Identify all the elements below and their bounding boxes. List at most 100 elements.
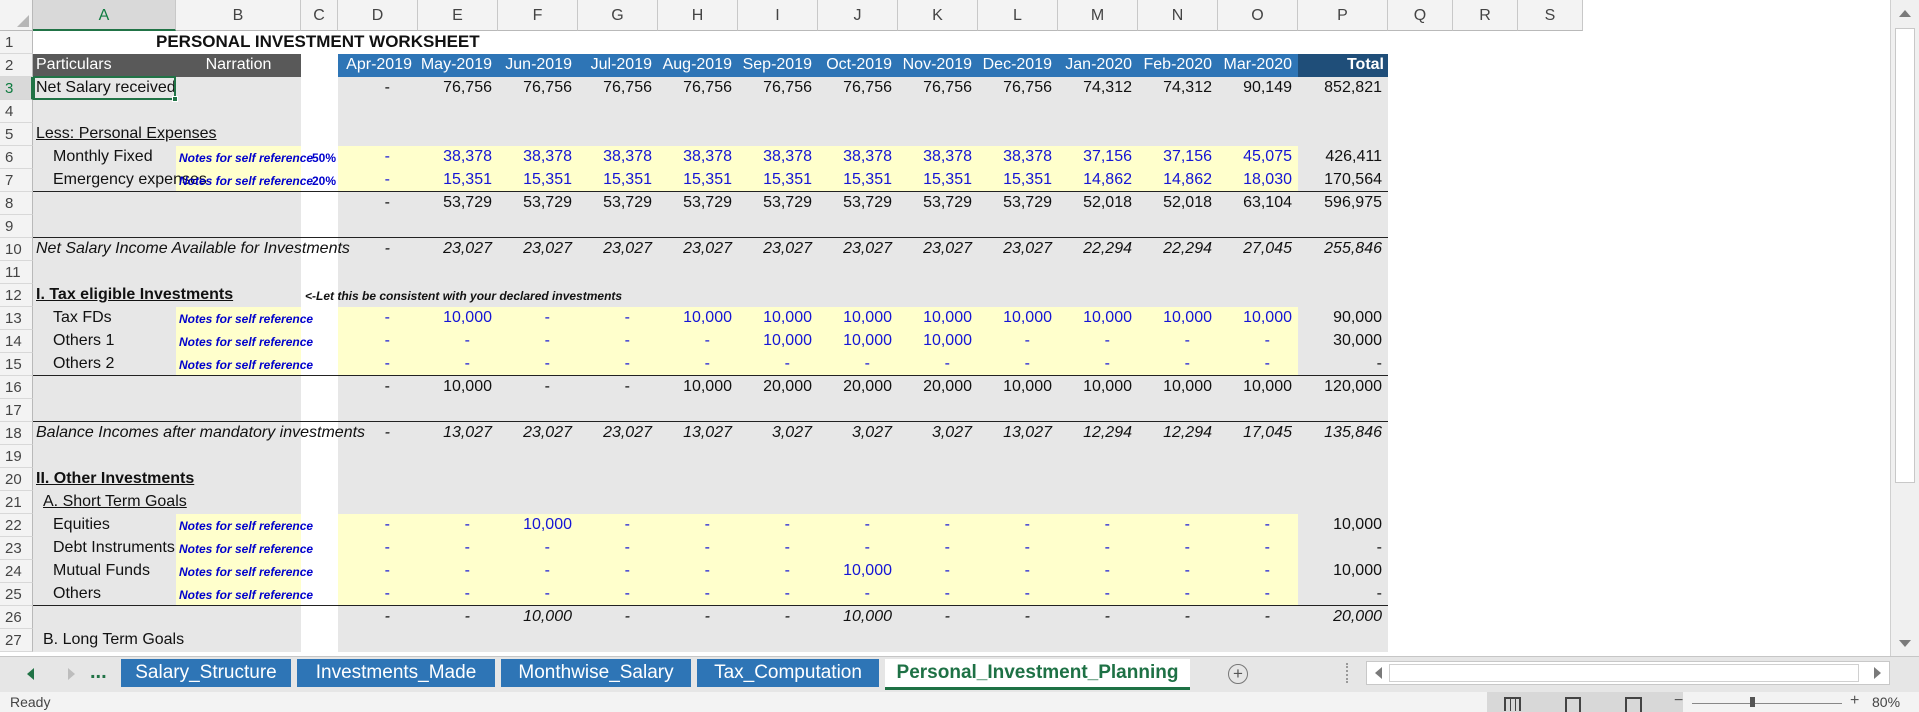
row-header-24[interactable]: 24 [0, 560, 33, 583]
normal-view-icon[interactable] [1504, 697, 1521, 711]
value-cell[interactable]: - [1218, 514, 1270, 536]
add-sheet-button[interactable]: + [1228, 664, 1248, 684]
vertical-scrollbar[interactable] [1890, 0, 1919, 656]
column-header-r[interactable]: R [1453, 0, 1518, 31]
horizontal-scrollbar[interactable] [1366, 661, 1890, 685]
percentage[interactable]: 20% [301, 170, 336, 192]
value-cell[interactable]: - [338, 514, 390, 536]
value-cell[interactable]: - [1218, 583, 1270, 605]
row-header-3[interactable]: 3 [0, 77, 33, 100]
row-header-5[interactable]: 5 [0, 123, 33, 146]
value-cell[interactable]: 10,000 [898, 307, 972, 329]
value-cell[interactable]: - [338, 169, 390, 191]
row-header-27[interactable]: 27 [0, 629, 33, 652]
value-cell[interactable]: - [578, 560, 630, 582]
narration-note[interactable]: Notes for self reference [179, 584, 313, 606]
value-cell[interactable]: 18,030 [1218, 169, 1292, 191]
zoom-in-icon[interactable]: + [1850, 692, 1859, 710]
row-header-7[interactable]: 7 [0, 169, 33, 192]
row-header-22[interactable]: 22 [0, 514, 33, 537]
row-header-26[interactable]: 26 [0, 606, 33, 629]
zoom-level[interactable]: 80% [1872, 694, 1900, 710]
row-header-8[interactable]: 8 [0, 192, 33, 215]
value-cell[interactable]: - [418, 353, 470, 375]
value-cell[interactable]: 38,378 [658, 146, 732, 168]
value-cell[interactable]: - [898, 353, 950, 375]
value-cell[interactable]: - [898, 583, 950, 605]
value-cell[interactable]: 10,000 [978, 307, 1052, 329]
value-cell[interactable]: 10,000 [658, 307, 732, 329]
row-header-1[interactable]: 1 [0, 31, 33, 54]
column-header-j[interactable]: J [818, 0, 898, 31]
value-cell[interactable]: 15,351 [418, 169, 492, 191]
value-cell[interactable]: 15,351 [898, 169, 972, 191]
value-cell[interactable]: - [578, 353, 630, 375]
value-cell[interactable]: 37,156 [1058, 146, 1132, 168]
row-header-25[interactable]: 25 [0, 583, 33, 606]
value-cell[interactable]: - [898, 560, 950, 582]
value-cell[interactable]: - [658, 330, 710, 352]
column-header-c[interactable]: C [301, 0, 338, 31]
value-cell[interactable]: - [818, 514, 870, 536]
value-cell[interactable]: - [1058, 560, 1110, 582]
column-header-n[interactable]: N [1138, 0, 1218, 31]
row-header-15[interactable]: 15 [0, 353, 33, 376]
column-header-e[interactable]: E [418, 0, 498, 31]
column-header-p[interactable]: P [1298, 0, 1388, 31]
value-cell[interactable]: - [418, 560, 470, 582]
select-all-corner[interactable] [0, 0, 33, 31]
column-header-f[interactable]: F [498, 0, 578, 31]
value-cell[interactable]: - [658, 583, 710, 605]
value-cell[interactable]: 10,000 [1058, 307, 1132, 329]
row-header-9[interactable]: 9 [0, 215, 33, 238]
column-header-q[interactable]: Q [1388, 0, 1453, 31]
column-header-d[interactable]: D [338, 0, 418, 31]
column-header-g[interactable]: G [578, 0, 658, 31]
value-cell[interactable]: 38,378 [578, 146, 652, 168]
value-cell[interactable]: 38,378 [978, 146, 1052, 168]
value-cell[interactable]: - [898, 537, 950, 559]
value-cell[interactable]: - [1138, 560, 1190, 582]
value-cell[interactable]: - [658, 537, 710, 559]
column-header-i[interactable]: I [738, 0, 818, 31]
value-cell[interactable]: 10,000 [1138, 307, 1212, 329]
value-cell[interactable]: - [818, 537, 870, 559]
tab-investments-made[interactable]: Investments_Made [297, 659, 495, 687]
value-cell[interactable]: - [738, 537, 790, 559]
column-header-h[interactable]: H [658, 0, 738, 31]
zoom-out-icon[interactable]: − [1674, 692, 1683, 710]
row-header-21[interactable]: 21 [0, 491, 33, 514]
value-cell[interactable]: - [738, 560, 790, 582]
value-cell[interactable]: - [338, 560, 390, 582]
value-cell[interactable]: 15,351 [658, 169, 732, 191]
narration-note[interactable]: Notes for self reference [179, 561, 313, 583]
value-cell[interactable]: - [1218, 537, 1270, 559]
value-cell[interactable]: - [1058, 330, 1110, 352]
value-cell[interactable]: - [498, 353, 550, 375]
column-header-o[interactable]: O [1218, 0, 1298, 31]
value-cell[interactable]: 15,351 [978, 169, 1052, 191]
value-cell[interactable]: - [578, 583, 630, 605]
hscroll-thumb[interactable] [1389, 664, 1859, 682]
value-cell[interactable]: - [1218, 330, 1270, 352]
value-cell[interactable]: - [498, 537, 550, 559]
value-cell[interactable]: - [338, 353, 390, 375]
value-cell[interactable]: - [1138, 537, 1190, 559]
tab-monthwise-salary[interactable]: Monthwise_Salary [501, 659, 691, 687]
value-cell[interactable]: 14,862 [1058, 169, 1132, 191]
page-layout-view-icon[interactable] [1565, 697, 1581, 712]
value-cell[interactable]: - [338, 330, 390, 352]
value-cell[interactable]: - [1138, 330, 1190, 352]
value-cell[interactable]: - [978, 514, 1030, 536]
value-cell[interactable]: - [1058, 537, 1110, 559]
tab-splitter-handle[interactable] [1346, 663, 1351, 683]
value-cell[interactable]: - [1138, 514, 1190, 536]
value-cell[interactable]: 15,351 [818, 169, 892, 191]
value-cell[interactable]: - [738, 583, 790, 605]
value-cell[interactable]: - [418, 514, 470, 536]
value-cell[interactable]: 45,075 [1218, 146, 1292, 168]
more-sheets-ellipsis[interactable]: ... [90, 661, 107, 684]
value-cell[interactable]: - [658, 514, 710, 536]
value-cell[interactable]: - [578, 307, 630, 329]
value-cell[interactable]: - [498, 330, 550, 352]
